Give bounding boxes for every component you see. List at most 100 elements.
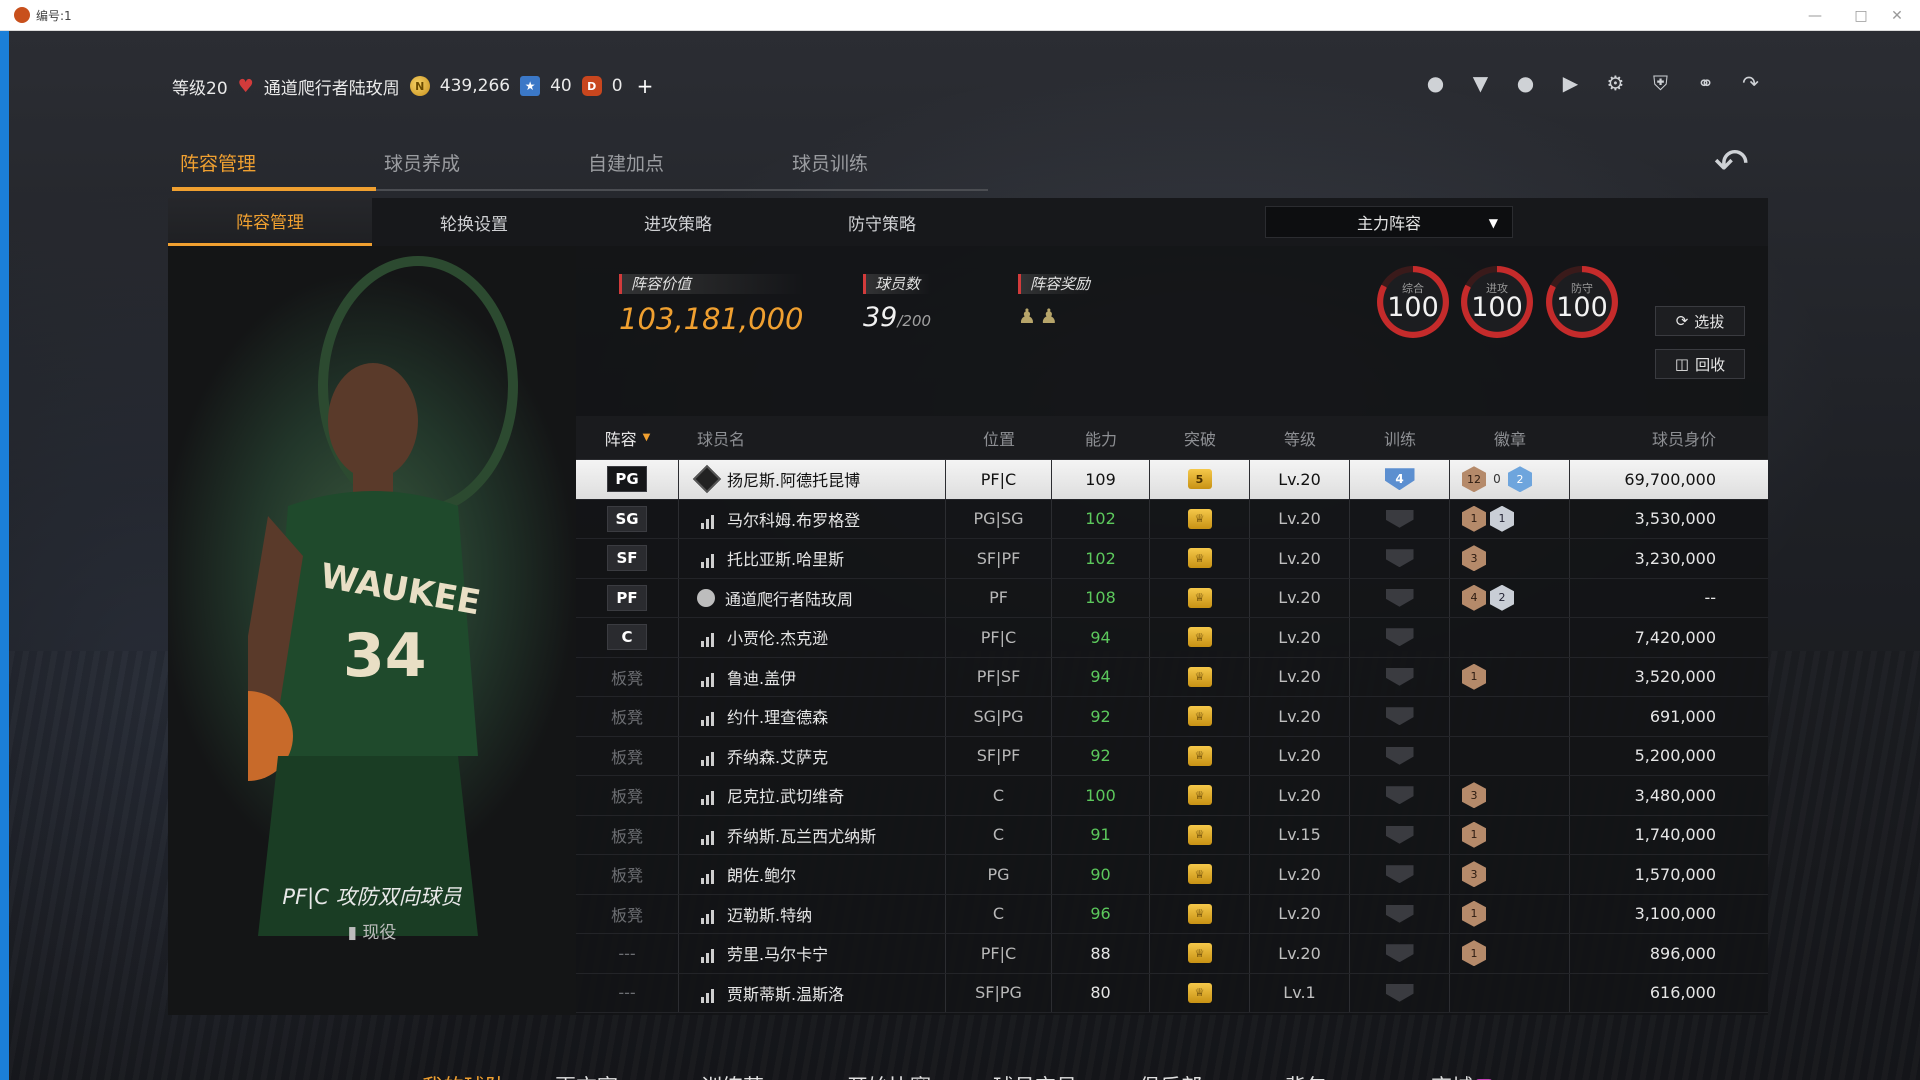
row-name[interactable]: 鲁迪.盖伊	[679, 657, 946, 696]
row-slot[interactable]: 板凳	[576, 815, 679, 854]
nav-backpack[interactable]: 背包	[1258, 1071, 1404, 1080]
table-row[interactable]: 板凳 约什.理查德森 SG|PG 92 ♕ Lv.20 691,000	[576, 697, 1768, 737]
gear-icon[interactable]: ⚙	[1604, 71, 1627, 95]
row-name[interactable]: 约什.理查德森	[679, 697, 946, 736]
row-breakthrough[interactable]: ♕	[1150, 973, 1250, 1012]
row-training[interactable]	[1350, 736, 1450, 775]
row-breakthrough[interactable]: ♕	[1150, 736, 1250, 775]
row-training[interactable]	[1350, 697, 1450, 736]
table-row[interactable]: PF 通道爬行者陆玫周 PF 108 ♕ Lv.20 42 --	[576, 578, 1768, 618]
table-row[interactable]: SF 托比亚斯.哈里斯 SF|PF 102 ♕ Lv.20 3 3,230,00…	[576, 539, 1768, 579]
row-name[interactable]: 贾斯蒂斯.温斯洛	[679, 973, 946, 1012]
bell-icon[interactable]: ▼	[1469, 71, 1492, 95]
row-breakthrough[interactable]: ♕	[1150, 697, 1250, 736]
row-slot[interactable]: PF	[576, 578, 679, 617]
reward-icon[interactable]: ♟♟	[1018, 304, 1090, 328]
row-training[interactable]	[1350, 618, 1450, 657]
row-training[interactable]	[1350, 855, 1450, 894]
row-training[interactable]	[1350, 539, 1450, 578]
row-name[interactable]: 迈勒斯.特纳	[679, 894, 946, 933]
row-breakthrough[interactable]: 5	[1150, 460, 1250, 499]
profile-icon[interactable]: ●	[1424, 71, 1447, 95]
nav-locker-room[interactable]: 更衣室	[528, 1071, 674, 1080]
row-slot[interactable]: 板凳	[576, 657, 679, 696]
row-name[interactable]: 朗佐.鲍尔	[679, 855, 946, 894]
row-breakthrough[interactable]: ♕	[1150, 578, 1250, 617]
row-name[interactable]: 尼克拉.武切维奇	[679, 776, 946, 815]
row-training[interactable]	[1350, 815, 1450, 854]
nav-training-camp[interactable]: 训练营	[674, 1071, 820, 1080]
row-breakthrough[interactable]: ♕	[1150, 855, 1250, 894]
row-breakthrough[interactable]: ♕	[1150, 618, 1250, 657]
row-training[interactable]	[1350, 973, 1450, 1012]
row-name[interactable]: 乔纳斯.瓦兰西尤纳斯	[679, 815, 946, 854]
row-training[interactable]	[1350, 776, 1450, 815]
subtab-offense[interactable]: 进攻策略	[576, 198, 780, 246]
nav-club[interactable]: 俱乐部	[1112, 1071, 1258, 1080]
row-slot[interactable]: 板凳	[576, 894, 679, 933]
table-row[interactable]: C 小贾伦.杰克逊 PF|C 94 ♕ Lv.20 7,420,000	[576, 618, 1768, 658]
row-breakthrough[interactable]: ♕	[1150, 776, 1250, 815]
row-slot[interactable]: SF	[576, 539, 679, 578]
row-name[interactable]: 小贾伦.杰克逊	[679, 618, 946, 657]
row-slot[interactable]: PG	[576, 460, 679, 499]
friends-icon[interactable]: ●	[1514, 71, 1537, 95]
row-training[interactable]: 4	[1350, 460, 1450, 499]
row-breakthrough[interactable]: ♕	[1150, 499, 1250, 538]
lineup-select[interactable]: 主力阵容 ▼	[1265, 206, 1513, 238]
row-slot[interactable]: ---	[576, 973, 679, 1012]
tab-lineup[interactable]: 阵容管理	[172, 149, 376, 191]
nav-my-team[interactable]: 我的球队	[382, 1071, 528, 1080]
row-breakthrough[interactable]: ♕	[1150, 815, 1250, 854]
nav-trade[interactable]: 球员交易	[966, 1071, 1112, 1080]
video-icon[interactable]: ▶	[1559, 71, 1582, 95]
row-slot[interactable]: 板凳	[576, 855, 679, 894]
row-slot[interactable]: ---	[576, 934, 679, 973]
row-name[interactable]: 马尔科姆.布罗格登	[679, 499, 946, 538]
header-slot[interactable]: 阵容 ▼	[576, 416, 679, 459]
table-row[interactable]: 板凳 朗佐.鲍尔 PG 90 ♕ Lv.20 3 1,570,000	[576, 855, 1768, 895]
nav-start-game[interactable]: 开始比赛	[820, 1071, 966, 1080]
row-breakthrough[interactable]: ♕	[1150, 934, 1250, 973]
table-row[interactable]: 板凳 鲁迪.盖伊 PF|SF 94 ♕ Lv.20 1 3,520,000	[576, 657, 1768, 697]
table-row[interactable]: 板凳 乔纳森.艾萨克 SF|PF 92 ♕ Lv.20 5,200,000	[576, 736, 1768, 776]
table-row[interactable]: 板凳 乔纳斯.瓦兰西尤纳斯 C 91 ♕ Lv.15 1 1,740,000	[576, 815, 1768, 855]
row-breakthrough[interactable]: ♕	[1150, 657, 1250, 696]
row-name[interactable]: 扬尼斯.阿德托昆博	[679, 460, 946, 499]
row-slot[interactable]: 板凳	[576, 697, 679, 736]
add-currency-button[interactable]: +	[637, 74, 654, 98]
row-slot[interactable]: 板凳	[576, 736, 679, 775]
recycle-button[interactable]: ◫ 回收	[1655, 349, 1745, 379]
back-icon[interactable]: ↶	[1714, 139, 1749, 188]
table-row[interactable]: --- 贾斯蒂斯.温斯洛 SF|PG 80 ♕ Lv.1 616,000	[576, 973, 1768, 1013]
tab-custom-points[interactable]: 自建加点	[580, 149, 784, 191]
subtab-rotation[interactable]: 轮换设置	[372, 198, 576, 246]
close-button[interactable]: ✕	[1874, 0, 1920, 31]
table-row[interactable]: --- 劳里.马尔卡宁 PF|C 88 ♕ Lv.20 1 896,000	[576, 934, 1768, 974]
table-row[interactable]: SG 马尔科姆.布罗格登 PG|SG 102 ♕ Lv.20 11 3,530,…	[576, 499, 1768, 539]
nav-shop[interactable]: 商城	[1404, 1071, 1550, 1080]
row-training[interactable]	[1350, 578, 1450, 617]
tab-development[interactable]: 球员养成	[376, 149, 580, 191]
row-name[interactable]: 乔纳森.艾萨克	[679, 736, 946, 775]
row-slot[interactable]: C	[576, 618, 679, 657]
row-training[interactable]	[1350, 657, 1450, 696]
row-slot[interactable]: 板凳	[576, 776, 679, 815]
headset-icon[interactable]: ⚭	[1694, 71, 1717, 95]
row-breakthrough[interactable]: ♕	[1150, 539, 1250, 578]
logout-icon[interactable]: ↷	[1739, 71, 1762, 95]
row-breakthrough[interactable]: ♕	[1150, 894, 1250, 933]
minimize-button[interactable]: —	[1792, 0, 1838, 31]
tab-training[interactable]: 球员训练	[784, 149, 988, 191]
row-slot[interactable]: SG	[576, 499, 679, 538]
row-name[interactable]: 通道爬行者陆玫周	[679, 578, 946, 617]
shield-icon[interactable]: ⛨	[1649, 71, 1672, 95]
row-training[interactable]	[1350, 934, 1450, 973]
row-training[interactable]	[1350, 499, 1450, 538]
table-row[interactable]: PG 扬尼斯.阿德托昆博 PF|C 109 5 Lv.20 4 12 0 2 69,…	[576, 460, 1768, 500]
row-name[interactable]: 劳里.马尔卡宁	[679, 934, 946, 973]
row-training[interactable]	[1350, 894, 1450, 933]
subtab-defense[interactable]: 防守策略	[780, 198, 984, 246]
draft-button[interactable]: ⟳ 选拔	[1655, 306, 1745, 336]
row-name[interactable]: 托比亚斯.哈里斯	[679, 539, 946, 578]
